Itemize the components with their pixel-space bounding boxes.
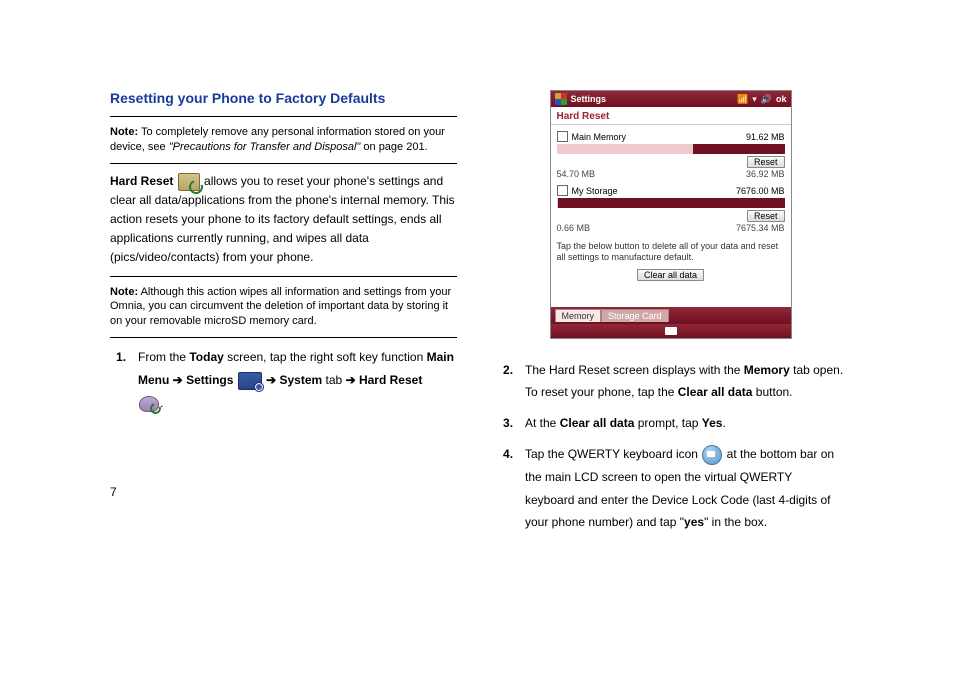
steps-list-right: The Hard Reset screen displays with the … [497, 359, 844, 535]
hard-reset-label: Hard Reset [110, 174, 173, 188]
page-number: 7 [110, 485, 457, 499]
section-title: Resetting your Phone to Factory Defaults [110, 90, 457, 106]
qwerty-keyboard-icon [702, 445, 722, 465]
my-storage-bar [557, 198, 785, 208]
main-memory-checkbox[interactable] [557, 131, 568, 142]
divider [110, 116, 457, 117]
note-2-text: Although this action wipes all informati… [110, 286, 451, 328]
tab-storage-card[interactable]: Storage Card [601, 309, 669, 322]
main-memory-label: Main Memory [572, 132, 742, 142]
phone-screenshot: Settings 📶 ▾ 🔊 ok Hard Reset Main Memory… [550, 90, 792, 339]
main-memory-row: Main Memory 91.62 MB [557, 131, 785, 142]
phone-bottombar [551, 324, 791, 338]
note-label: Note: [110, 126, 138, 138]
step-2: The Hard Reset screen displays with the … [525, 359, 844, 405]
note-text-b: on page 201. [360, 141, 427, 153]
my-storage-label: My Storage [572, 186, 732, 196]
step-1: From the Today screen, tap the right sof… [138, 346, 457, 414]
signal-icon-2: ▾ [752, 94, 757, 105]
settings-icon [238, 372, 262, 390]
tab-memory[interactable]: Memory [555, 309, 602, 322]
hard-reset-small-icon [139, 396, 159, 412]
volume-icon: 🔊 [761, 94, 772, 105]
left-column: Resetting your Phone to Factory Defaults… [110, 90, 457, 542]
phone-tabbar: Memory Storage Card [551, 307, 791, 324]
signal-icon: 📶 [737, 94, 748, 105]
phone-header: Hard Reset [551, 107, 791, 125]
start-icon [555, 93, 567, 105]
hard-reset-icon [178, 173, 200, 191]
steps-list-left: From the Today screen, tap the right sof… [110, 346, 457, 414]
main-memory-value: 91.62 MB [746, 132, 785, 142]
note-link-text: "Precautions for Transfer and Disposal" [169, 141, 361, 153]
my-storage-value: 7676.00 MB [736, 186, 785, 196]
my-storage-row: My Storage 7676.00 MB [557, 185, 785, 196]
step-4: Tap the QWERTY keyboard icon at the bott… [525, 443, 844, 534]
note-2: Note: Although this action wipes all inf… [110, 281, 457, 334]
intro-paragraph: Hard Reset allows you to reset your phon… [110, 172, 457, 268]
my-storage-checkbox[interactable] [557, 185, 568, 196]
note-label: Note: [110, 286, 138, 298]
main-memory-fill [557, 144, 694, 154]
note-1: Note: To completely remove any personal … [110, 121, 457, 159]
phone-title: Settings [571, 94, 607, 104]
phone-note: Tap the below button to delete all of yo… [557, 241, 785, 263]
divider [110, 276, 457, 277]
right-column: Settings 📶 ▾ 🔊 ok Hard Reset Main Memory… [497, 90, 844, 542]
reset-button-1[interactable]: Reset [747, 156, 785, 168]
clear-all-data-button[interactable]: Clear all data [637, 269, 704, 281]
ok-button[interactable]: ok [776, 94, 787, 104]
reset-button-2[interactable]: Reset [747, 210, 785, 222]
my-storage-fill [557, 198, 558, 208]
my-storage-scale: 0.66 MB 7675.34 MB [557, 223, 785, 233]
step-3: At the Clear all data prompt, tap Yes. [525, 412, 844, 435]
divider [110, 337, 457, 338]
phone-titlebar: Settings 📶 ▾ 🔊 ok [551, 91, 791, 107]
keyboard-icon[interactable] [665, 327, 677, 335]
main-memory-scale: 54.70 MB 36.92 MB [557, 169, 785, 179]
divider [110, 163, 457, 164]
main-memory-bar [557, 144, 785, 154]
